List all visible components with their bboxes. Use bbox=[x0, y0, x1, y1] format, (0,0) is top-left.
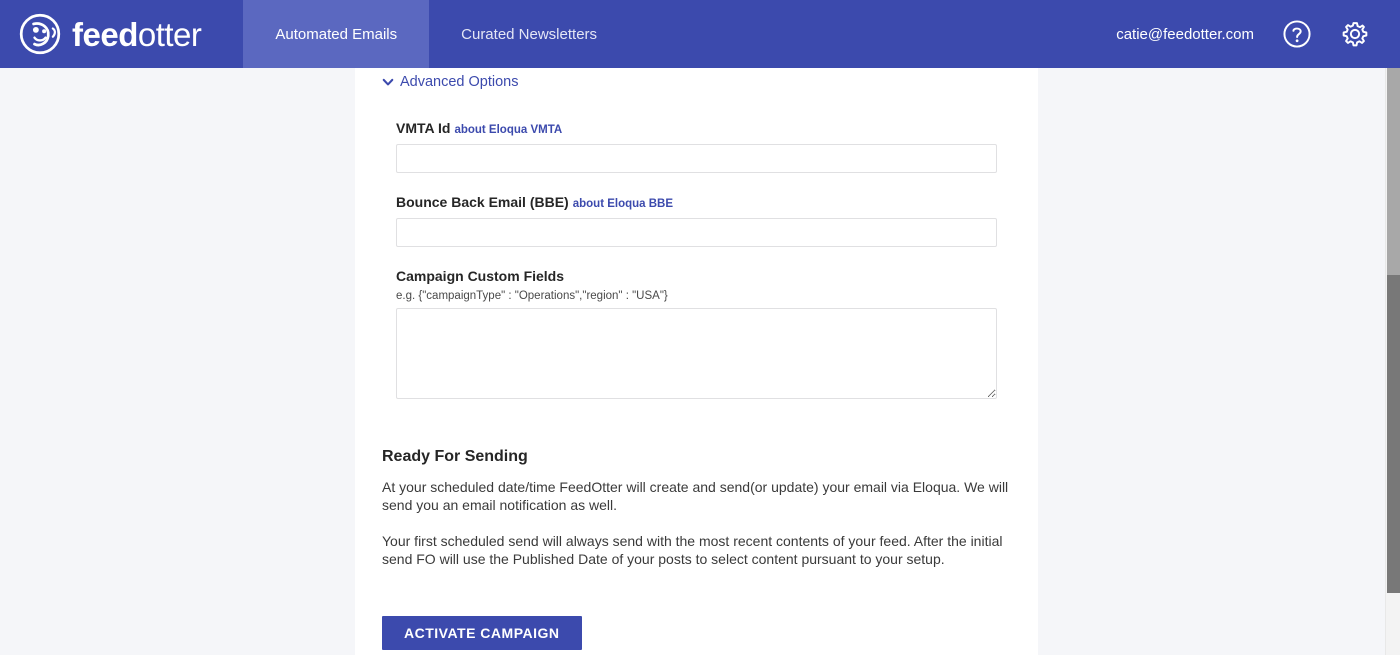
tab-automated-emails[interactable]: Automated Emails bbox=[243, 0, 430, 68]
brand-name-light: otter bbox=[137, 15, 202, 53]
gear-icon[interactable] bbox=[1340, 19, 1370, 49]
ready-for-sending-title: Ready For Sending bbox=[382, 448, 528, 465]
vmta-label: VMTA Id about Eloqua VMTA bbox=[396, 120, 997, 136]
bbe-label-text: Bounce Back Email (BBE) bbox=[396, 194, 569, 210]
bbe-helper-link[interactable]: about Eloqua BBE bbox=[573, 198, 673, 210]
page-scrollbar-thumb[interactable] bbox=[1387, 275, 1400, 593]
campaign-custom-fields-label: Campaign Custom Fields bbox=[396, 268, 997, 284]
vmta-input[interactable] bbox=[396, 144, 997, 173]
advanced-options-label: Advanced Options bbox=[400, 74, 519, 90]
top-navigation-bar: feedotter Automated Emails Curated Newsl… bbox=[0, 0, 1400, 68]
campaign-custom-fields-hint: e.g. {"campaignType" : "Operations","reg… bbox=[396, 290, 668, 302]
bbe-field-group: Bounce Back Email (BBE) about Eloqua BBE bbox=[396, 194, 997, 247]
question-circle-icon[interactable] bbox=[1282, 19, 1312, 49]
tab-curated-newsletters[interactable]: Curated Newsletters bbox=[429, 0, 629, 68]
bbe-label: Bounce Back Email (BBE) about Eloqua BBE bbox=[396, 194, 997, 210]
brand-wordmark: feedotter bbox=[72, 15, 202, 53]
campaign-settings-panel: Advanced Options VMTA Id about Eloqua VMT… bbox=[355, 68, 1038, 655]
brand-name-bold: feed bbox=[72, 15, 138, 53]
user-email-label[interactable]: catie@feedotter.com bbox=[1116, 26, 1254, 43]
campaign-custom-fields-group: Campaign Custom Fields e.g. {"campaignTy… bbox=[396, 268, 997, 399]
vmta-helper-link[interactable]: about Eloqua VMTA bbox=[454, 124, 562, 136]
ready-for-sending-paragraph-1: At your scheduled date/time FeedOtter wi… bbox=[382, 479, 1009, 514]
nav-right-cluster: catie@feedotter.com bbox=[1116, 0, 1400, 68]
page-body: Advanced Options VMTA Id about Eloqua VMT… bbox=[0, 68, 1400, 655]
bbe-input[interactable] bbox=[396, 218, 997, 247]
vmta-field-group: VMTA Id about Eloqua VMTA bbox=[396, 120, 997, 173]
tab-automated-emails-label: Automated Emails bbox=[275, 25, 398, 43]
otter-circle-logo-icon bbox=[19, 13, 61, 55]
vmta-label-text: VMTA Id bbox=[396, 120, 451, 136]
tab-curated-newsletters-label: Curated Newsletters bbox=[461, 25, 598, 43]
advanced-options-toggle[interactable]: Advanced Options bbox=[355, 68, 519, 90]
page-scrollbar-track[interactable] bbox=[1385, 68, 1400, 655]
advanced-options-form: VMTA Id about Eloqua VMTA Bounce Back Ema… bbox=[355, 120, 1038, 399]
campaign-custom-fields-label-text: Campaign Custom Fields bbox=[396, 268, 565, 284]
page-scrollbar-thumb-upper[interactable] bbox=[1387, 68, 1400, 275]
ready-for-sending-paragraph-2: Your first scheduled send will always se… bbox=[382, 532, 1003, 568]
chevron-down-icon bbox=[382, 78, 394, 86]
primary-nav-tabs: Automated Emails Curated Newsletters bbox=[243, 0, 629, 68]
ready-for-sending-section: Ready For Sending At your scheduled date… bbox=[355, 448, 1038, 569]
brand-logo-link[interactable]: feedotter bbox=[0, 0, 219, 68]
activate-campaign-button[interactable]: ACTIVATE CAMPAIGN bbox=[382, 615, 582, 650]
activate-campaign-container: ACTIVATE CAMPAIGN bbox=[355, 615, 1038, 650]
campaign-custom-fields-textarea[interactable] bbox=[396, 308, 997, 399]
